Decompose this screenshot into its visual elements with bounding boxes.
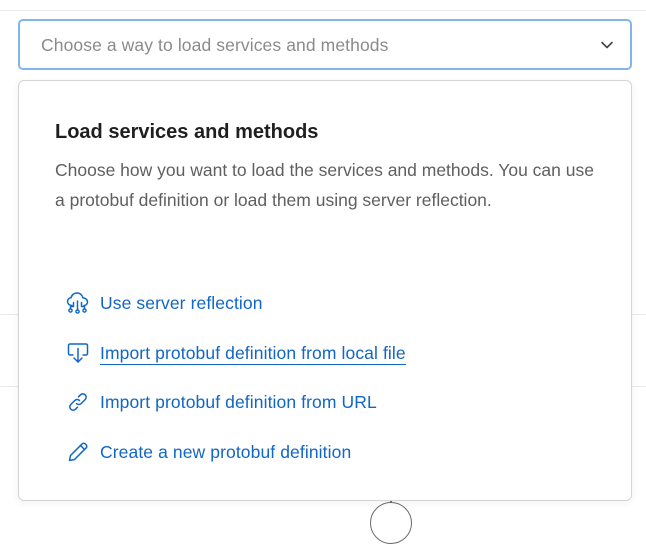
page-divider [632, 386, 646, 387]
page-divider [0, 386, 18, 387]
option-label: Use server reflection [100, 292, 263, 313]
popover-description: Choose how you want to load the services… [55, 160, 594, 210]
chevron-down-icon [601, 41, 613, 49]
timer-icon [370, 502, 412, 544]
import-from-url-option[interactable]: Import protobuf definition from URL [65, 387, 377, 417]
page-divider [632, 314, 646, 315]
select-placeholder: Choose a way to load services and method… [41, 35, 389, 55]
option-label: Import protobuf definition from URL [100, 391, 377, 412]
use-server-reflection-option[interactable]: Use server reflection [65, 288, 263, 318]
create-new-definition-option[interactable]: Create a new protobuf definition [65, 437, 351, 467]
import-icon [67, 343, 89, 363]
page-divider [0, 10, 646, 11]
option-label: Create a new protobuf definition [100, 441, 352, 462]
page-divider [0, 314, 18, 315]
load-method-select[interactable]: Choose a way to load services and method… [18, 19, 632, 70]
load-services-popover: Load services and methods Choose how you… [18, 80, 632, 501]
popover-title: Load services and methods [55, 121, 319, 143]
option-label: Import protobuf definition from local fi… [100, 342, 406, 365]
pencil-icon [68, 442, 88, 462]
cloud-network-icon [66, 292, 89, 314]
import-local-file-option[interactable]: Import protobuf definition from local fi… [65, 338, 406, 368]
link-icon [69, 393, 87, 411]
